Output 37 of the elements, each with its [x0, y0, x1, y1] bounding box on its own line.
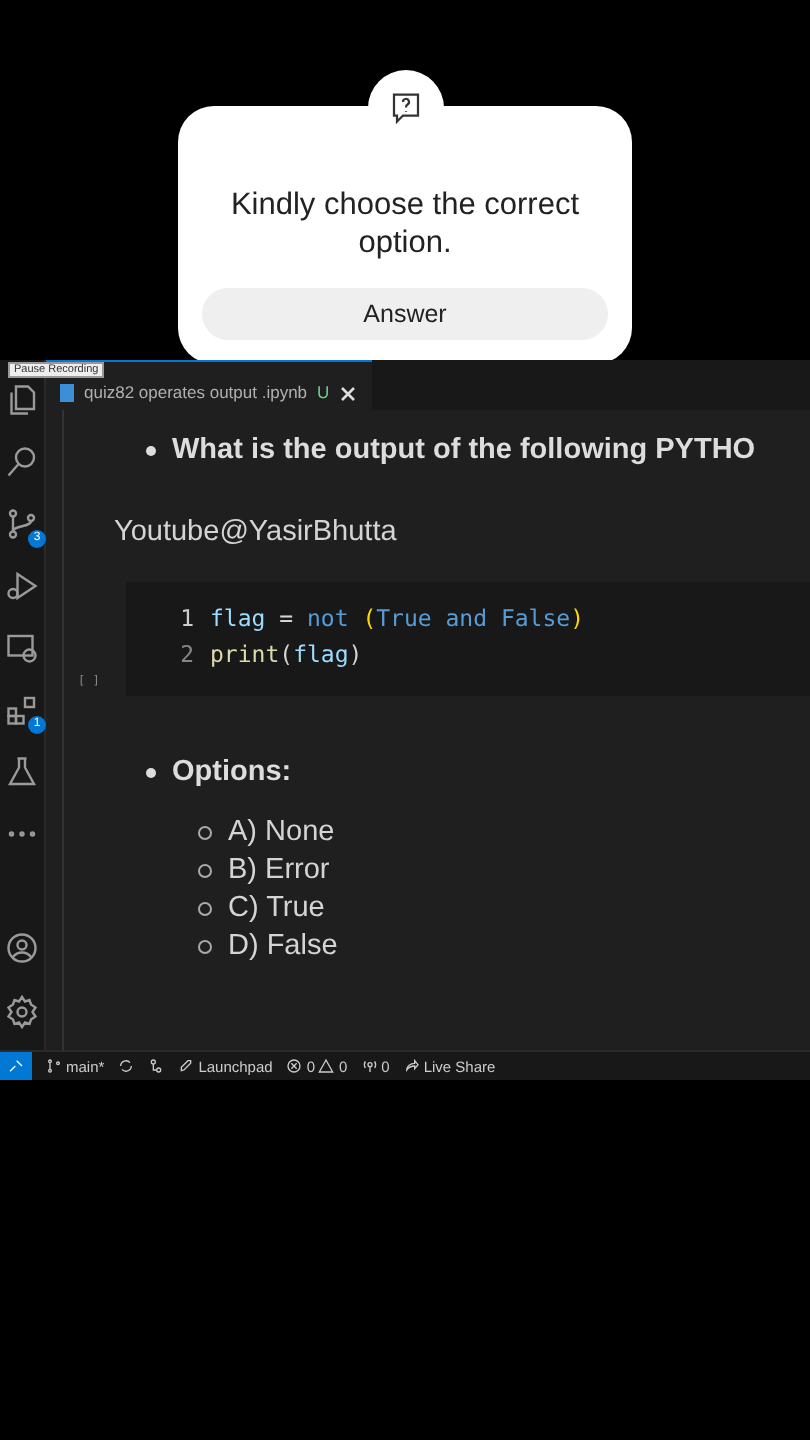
- bullet-icon: [198, 863, 212, 877]
- options-heading: Options:: [172, 756, 292, 788]
- credit-text: Youtube@YasirBhutta: [114, 516, 399, 548]
- code-cell[interactable]: 1 flag = not (True and False) 2 print(flag): [126, 582, 810, 696]
- run-debug-icon[interactable]: [4, 568, 40, 604]
- error-icon: [286, 1058, 303, 1074]
- question-text: What is the output of the following PYTHO: [172, 434, 756, 466]
- notebook-file-icon: [60, 384, 74, 402]
- question-prompt: Kindly choose the correct option.: [228, 186, 582, 264]
- option-text: D) False: [228, 930, 338, 962]
- files-icon[interactable]: [4, 382, 40, 418]
- bullet-icon: [198, 825, 212, 839]
- bullet-icon: [198, 901, 212, 915]
- option-text: A) None: [228, 816, 335, 848]
- bullet-icon: [198, 939, 212, 953]
- question-bubble-icon: [387, 90, 423, 126]
- tab-title: quiz82 operates output .ipynb: [84, 382, 308, 402]
- warning-icon: [318, 1058, 335, 1074]
- branch-icon: [46, 1058, 62, 1074]
- graph-icon: [148, 1058, 165, 1074]
- source-control-icon[interactable]: [4, 506, 40, 542]
- settings-icon[interactable]: [4, 994, 40, 1030]
- antenna-icon: [361, 1058, 378, 1074]
- share-icon: [403, 1058, 420, 1074]
- extensions-icon[interactable]: [4, 692, 40, 728]
- sync-icon: [118, 1058, 135, 1074]
- bullet-icon: [146, 445, 156, 455]
- close-icon[interactable]: [339, 386, 356, 402]
- search-icon[interactable]: [4, 444, 40, 480]
- answer-button[interactable]: Answer: [202, 287, 608, 340]
- untracked-status: U: [317, 382, 330, 402]
- remote-explorer-icon[interactable]: [4, 630, 40, 666]
- option-text: B) Error: [228, 854, 330, 886]
- account-icon[interactable]: [4, 930, 40, 966]
- option-text: C) True: [228, 892, 325, 924]
- flask-icon[interactable]: [4, 754, 40, 790]
- bullet-icon: [146, 767, 156, 777]
